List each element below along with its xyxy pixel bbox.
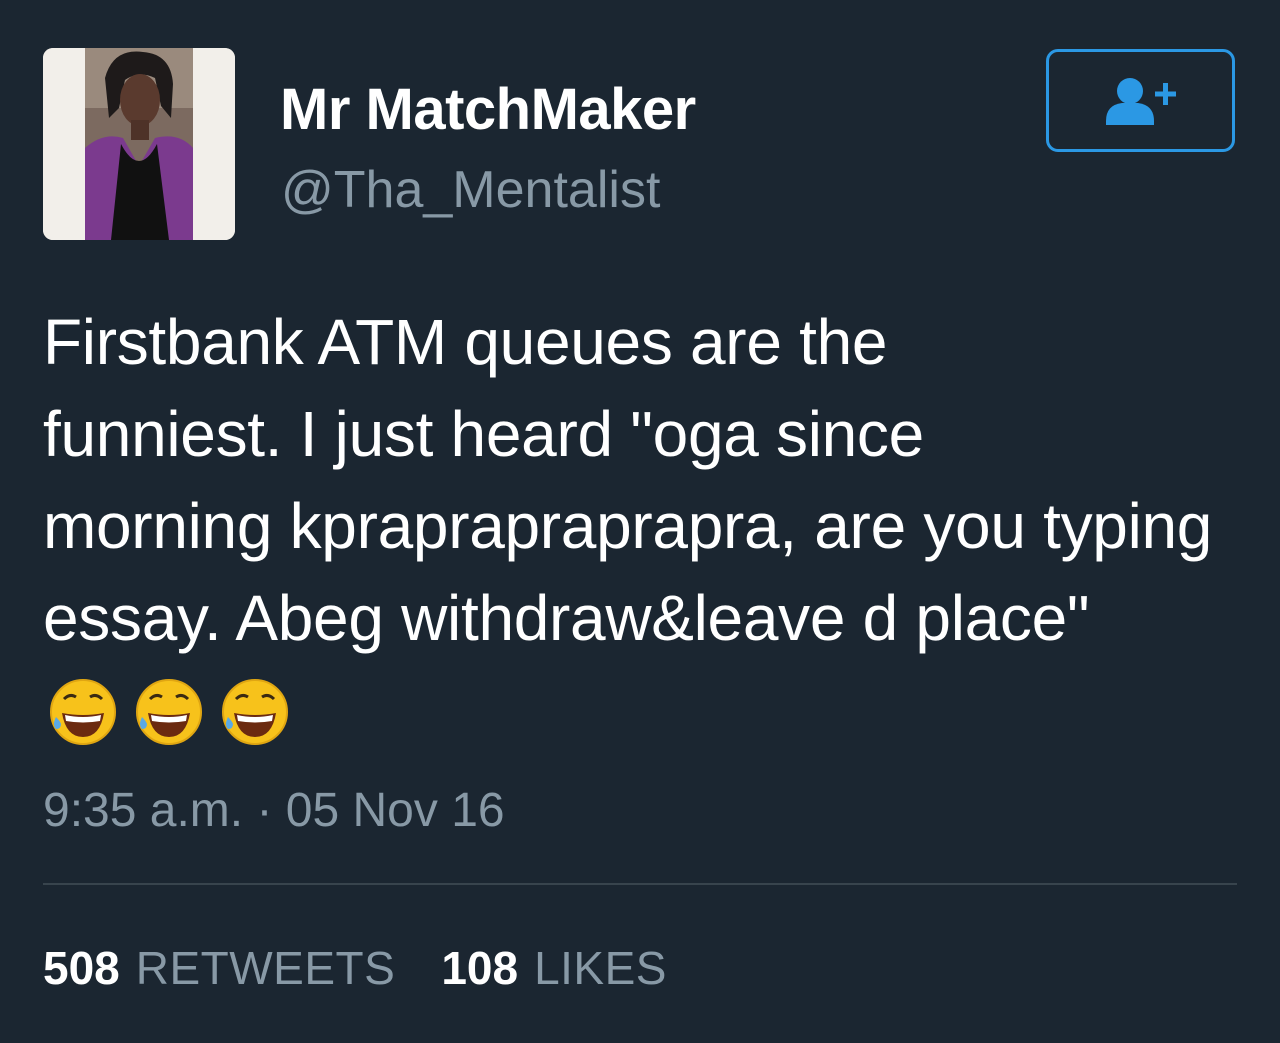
grinning-sweat-emoji <box>222 679 288 745</box>
avatar[interactable] <box>43 48 235 240</box>
user-handle[interactable]: @Tha_Mentalist <box>281 160 660 220</box>
tweet-timestamp[interactable]: 9:35 a.m. · 05 Nov 16 <box>43 783 505 838</box>
add-user-icon <box>1105 77 1176 125</box>
avatar-image <box>43 48 235 240</box>
retweets-label: RETWEETS <box>135 942 396 994</box>
follow-button[interactable] <box>1046 49 1235 152</box>
tweet-stats: 508 RETWEETS 108 LIKES <box>43 941 667 995</box>
grinning-sweat-emoji <box>136 679 202 745</box>
retweets-stat[interactable]: 508 RETWEETS <box>43 941 395 995</box>
likes-stat[interactable]: 108 LIKES <box>441 941 667 995</box>
tweet-card: Mr MatchMaker @Tha_Mentalist Firstbank A… <box>0 0 1280 1043</box>
retweets-count: 508 <box>43 942 120 994</box>
grinning-sweat-emoji <box>50 679 116 745</box>
tweet-text-line: essay. Abeg withdraw&leave d place" <box>43 582 1090 654</box>
tweet-text-line: morning kpraprapraprapra, are you typing <box>43 490 1213 562</box>
divider <box>43 883 1237 885</box>
emoji-row <box>48 677 290 747</box>
tweet-text: Firstbank ATM queues are the funniest. I… <box>43 296 1253 664</box>
tweet-text-line: Firstbank ATM queues are the <box>43 306 888 378</box>
display-name[interactable]: Mr MatchMaker <box>280 76 696 143</box>
likes-count: 108 <box>441 942 519 994</box>
tweet-text-line: funniest. I just heard "oga since <box>43 398 924 470</box>
likes-label: LIKES <box>534 942 667 994</box>
